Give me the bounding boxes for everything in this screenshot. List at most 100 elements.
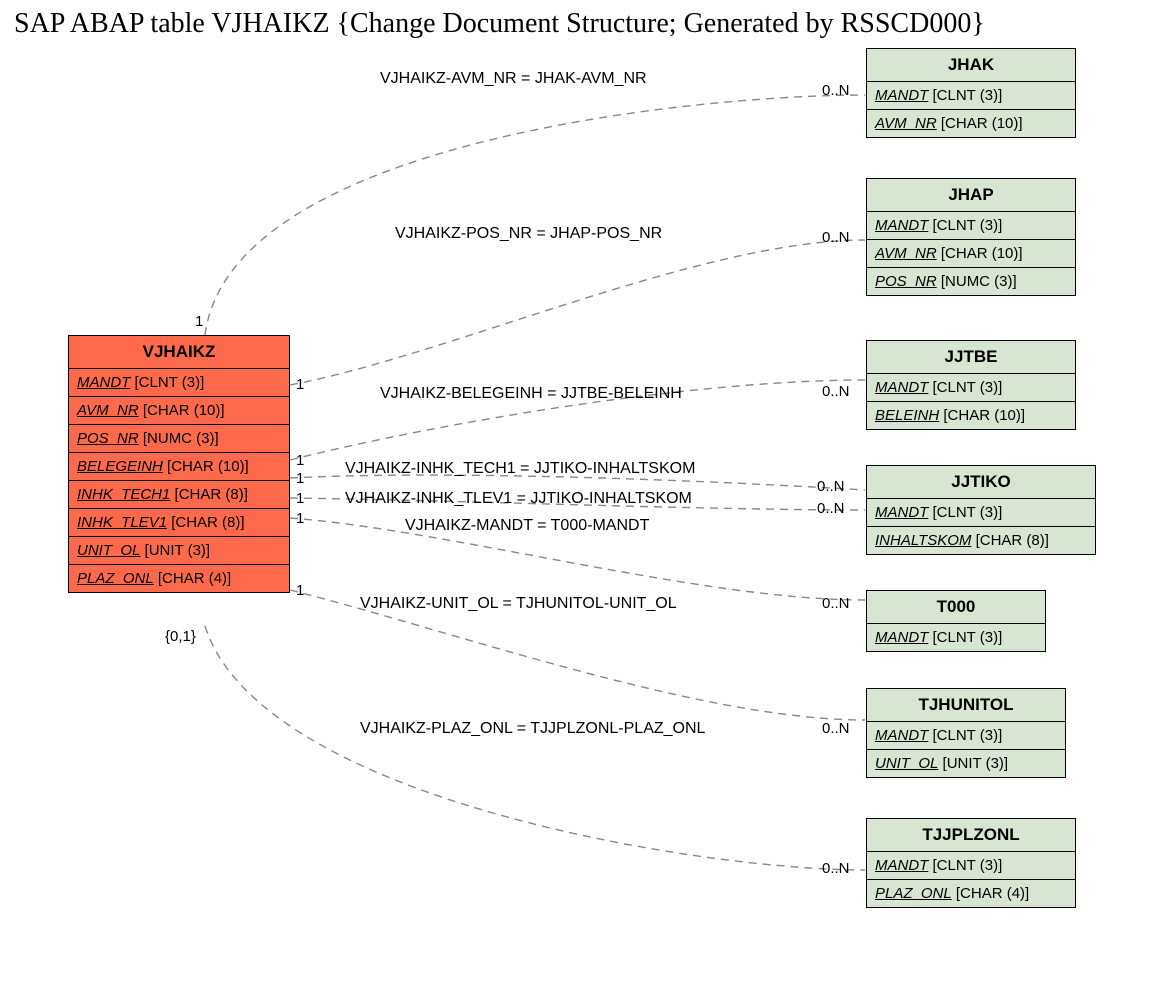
field-name: BELEGEINH	[77, 458, 163, 475]
link-label: VJHAIKZ-PLAZ_ONL = TJJPLZONL-PLAZ_ONL	[360, 720, 705, 738]
field-type: [CHAR (4)]	[956, 885, 1029, 902]
field-row: MANDT [CLNT (3)]	[867, 499, 1095, 527]
diagram-title: SAP ABAP table VJHAIKZ {Change Document …	[0, 0, 1165, 40]
field-type: [CLNT (3)]	[933, 504, 1003, 521]
field-row: INHALTSKOM [CHAR (8)]	[867, 527, 1095, 554]
cardinality-left: 1	[195, 313, 203, 330]
field-row: MANDT [CLNT (3)]	[867, 624, 1045, 651]
field-type: [UNIT (3)]	[943, 755, 1009, 772]
cardinality-left: {0,1}	[165, 628, 196, 645]
cardinality-right: 0..N	[822, 860, 850, 877]
entity-vjhaikz: VJHAIKZ MANDT [CLNT (3)] AVM_NR [CHAR (1…	[68, 335, 290, 593]
field-name: MANDT	[77, 374, 130, 391]
cardinality-right: 0..N	[817, 478, 845, 495]
field-type: [CHAR (8)]	[171, 514, 244, 531]
field-type: [CLNT (3)]	[135, 374, 205, 391]
entity-name: VJHAIKZ	[69, 336, 289, 369]
field-type: [NUMC (3)]	[143, 430, 219, 447]
field-type: [CHAR (10)]	[941, 115, 1023, 132]
field-row: MANDT [CLNT (3)]	[867, 212, 1075, 240]
field-row: AVM_NR [CHAR (10)]	[867, 110, 1075, 137]
field-row: UNIT_OL [UNIT (3)]	[867, 750, 1065, 777]
field-type: [CLNT (3)]	[933, 727, 1003, 744]
field-row: PLAZ_ONL [CHAR (4)]	[69, 565, 289, 592]
field-name: INHK_TLEV1	[77, 514, 167, 531]
field-name: MANDT	[875, 857, 928, 874]
field-name: AVM_NR	[77, 402, 139, 419]
field-type: [CLNT (3)]	[933, 87, 1003, 104]
field-name: BELEINH	[875, 407, 939, 424]
cardinality-left: 1	[296, 490, 304, 507]
entity-jjtiko: JJTIKO MANDT [CLNT (3)] INHALTSKOM [CHAR…	[866, 465, 1096, 555]
link-label: VJHAIKZ-BELEGEINH = JJTBE-BELEINH	[380, 385, 682, 403]
field-type: [UNIT (3)]	[145, 542, 211, 559]
field-name: POS_NR	[875, 273, 937, 290]
cardinality-right: 0..N	[822, 229, 850, 246]
field-type: [CLNT (3)]	[933, 629, 1003, 646]
field-name: MANDT	[875, 217, 928, 234]
cardinality-left: 1	[296, 470, 304, 487]
field-type: [CHAR (10)]	[941, 245, 1023, 262]
entity-name: TJHUNITOL	[867, 689, 1065, 722]
field-type: [CLNT (3)]	[933, 379, 1003, 396]
field-name: MANDT	[875, 379, 928, 396]
cardinality-right: 0..N	[822, 595, 850, 612]
field-type: [CHAR (10)]	[943, 407, 1025, 424]
field-name: POS_NR	[77, 430, 139, 447]
field-type: [CHAR (8)]	[976, 532, 1049, 549]
entity-name: JJTBE	[867, 341, 1075, 374]
field-type: [CHAR (10)]	[143, 402, 225, 419]
field-name: UNIT_OL	[875, 755, 938, 772]
entity-jjtbe: JJTBE MANDT [CLNT (3)] BELEINH [CHAR (10…	[866, 340, 1076, 430]
link-label: VJHAIKZ-POS_NR = JHAP-POS_NR	[395, 225, 662, 243]
field-name: AVM_NR	[875, 115, 937, 132]
field-row: MANDT [CLNT (3)]	[69, 369, 289, 397]
entity-t000: T000 MANDT [CLNT (3)]	[866, 590, 1046, 652]
field-row: MANDT [CLNT (3)]	[867, 82, 1075, 110]
entity-tjjplzonl: TJJPLZONL MANDT [CLNT (3)] PLAZ_ONL [CHA…	[866, 818, 1076, 908]
cardinality-left: 1	[296, 582, 304, 599]
field-row: AVM_NR [CHAR (10)]	[867, 240, 1075, 268]
field-row: POS_NR [NUMC (3)]	[867, 268, 1075, 295]
field-name: MANDT	[875, 87, 928, 104]
cardinality-right: 0..N	[822, 383, 850, 400]
entity-name: JHAK	[867, 49, 1075, 82]
field-name: INHALTSKOM	[875, 532, 971, 549]
field-row: INHK_TECH1 [CHAR (8)]	[69, 481, 289, 509]
field-row: AVM_NR [CHAR (10)]	[69, 397, 289, 425]
field-row: MANDT [CLNT (3)]	[867, 852, 1075, 880]
link-label: VJHAIKZ-UNIT_OL = TJHUNITOL-UNIT_OL	[360, 595, 677, 613]
field-row: PLAZ_ONL [CHAR (4)]	[867, 880, 1075, 907]
cardinality-left: 1	[296, 376, 304, 393]
cardinality-right: 0..N	[817, 500, 845, 517]
entity-jhak: JHAK MANDT [CLNT (3)] AVM_NR [CHAR (10)]	[866, 48, 1076, 138]
field-row: BELEINH [CHAR (10)]	[867, 402, 1075, 429]
field-name: PLAZ_ONL	[77, 570, 154, 587]
cardinality-left: 1	[296, 510, 304, 527]
link-label: VJHAIKZ-INHK_TLEV1 = JJTIKO-INHALTSKOM	[345, 490, 692, 508]
entity-name: T000	[867, 591, 1045, 624]
field-row: UNIT_OL [UNIT (3)]	[69, 537, 289, 565]
field-row: POS_NR [NUMC (3)]	[69, 425, 289, 453]
field-name: PLAZ_ONL	[875, 885, 952, 902]
field-type: [NUMC (3)]	[941, 273, 1017, 290]
link-label: VJHAIKZ-INHK_TECH1 = JJTIKO-INHALTSKOM	[345, 460, 695, 478]
entity-name: TJJPLZONL	[867, 819, 1075, 852]
field-name: INHK_TECH1	[77, 486, 170, 503]
entity-jhap: JHAP MANDT [CLNT (3)] AVM_NR [CHAR (10)]…	[866, 178, 1076, 296]
field-type: [CHAR (10)]	[167, 458, 249, 475]
field-row: INHK_TLEV1 [CHAR (8)]	[69, 509, 289, 537]
field-row: MANDT [CLNT (3)]	[867, 722, 1065, 750]
field-name: UNIT_OL	[77, 542, 140, 559]
cardinality-left: 1	[296, 452, 304, 469]
field-type: [CLNT (3)]	[933, 217, 1003, 234]
field-type: [CHAR (4)]	[158, 570, 231, 587]
field-name: MANDT	[875, 504, 928, 521]
field-row: BELEGEINH [CHAR (10)]	[69, 453, 289, 481]
field-type: [CHAR (8)]	[175, 486, 248, 503]
link-label: VJHAIKZ-AVM_NR = JHAK-AVM_NR	[380, 70, 647, 88]
cardinality-right: 0..N	[822, 82, 850, 99]
link-label: VJHAIKZ-MANDT = T000-MANDT	[405, 517, 649, 535]
cardinality-right: 0..N	[822, 720, 850, 737]
field-name: AVM_NR	[875, 245, 937, 262]
